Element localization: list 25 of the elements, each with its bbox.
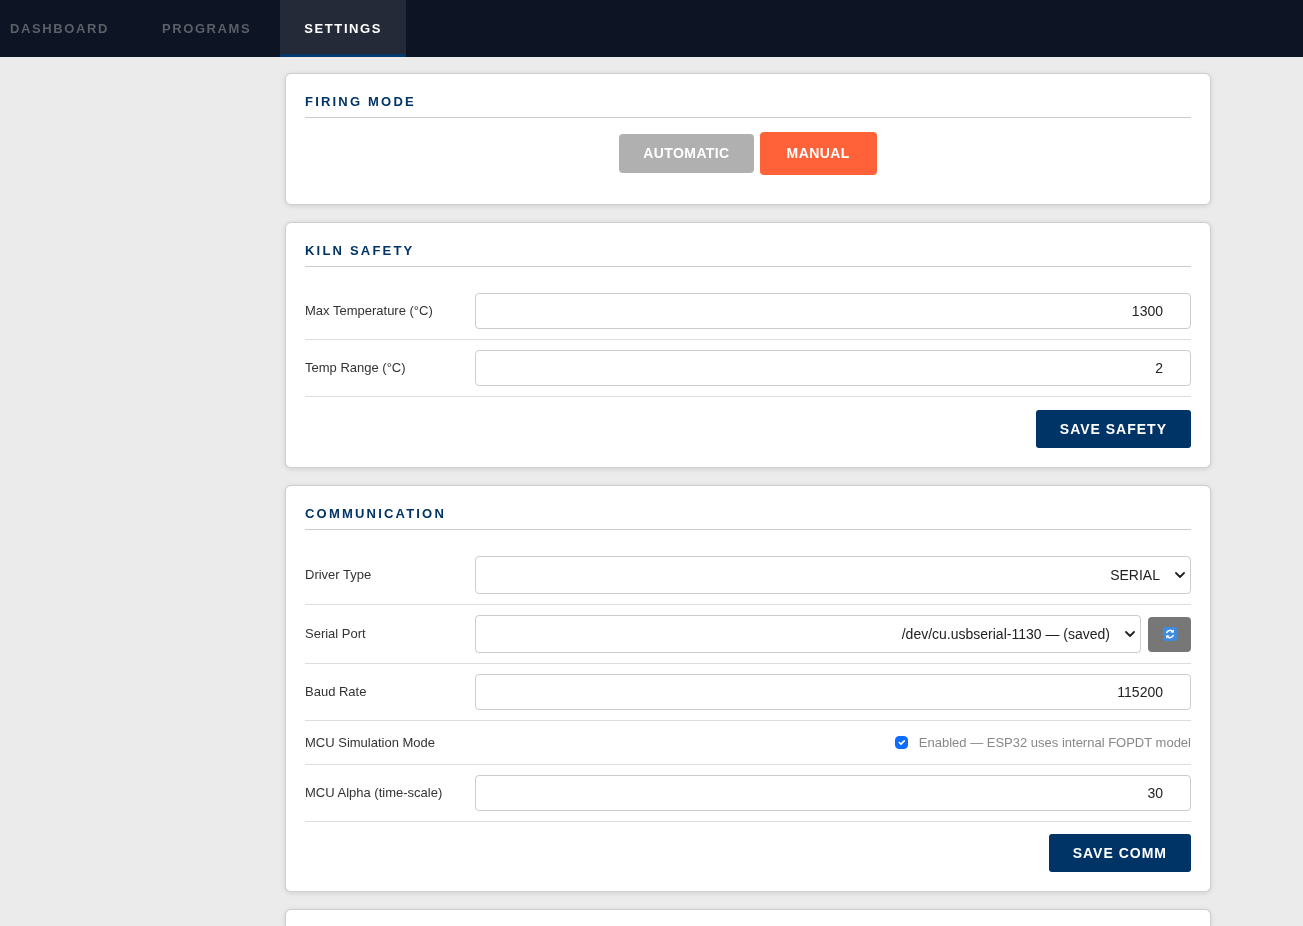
save-button[interactable]: SAVE SAFETY (1035, 410, 1191, 448)
input-field[interactable]: 30 (475, 775, 1191, 811)
section-title: FIRING MODE (305, 93, 1191, 118)
field-label: Baud Rate (305, 683, 368, 702)
chevron-down-icon (1125, 631, 1135, 637)
field-label: Max Temperature (°C) (305, 302, 434, 321)
chevron-down-icon (1175, 572, 1185, 578)
section-title: KILN SAFETY (305, 242, 1191, 267)
dropdown-field[interactable]: SERIAL (475, 556, 1191, 594)
nav-tab[interactable]: SETTINGS (280, 0, 407, 57)
input-field[interactable]: 115200 (475, 674, 1191, 710)
input-field[interactable]: 2 (475, 350, 1191, 386)
section-title: COMMUNICATION (305, 505, 1191, 530)
input-field[interactable]: 1300 (475, 293, 1191, 329)
dropdown-field[interactable]: /dev/cu.usbserial-1130 — (saved) (475, 615, 1141, 653)
field-label: Temp Range (°C) (305, 359, 407, 378)
field-label: MCU Simulation Mode (305, 733, 437, 752)
checkbox[interactable] (894, 736, 908, 749)
refresh-button[interactable] (1148, 616, 1191, 652)
field-label: Serial Port (305, 625, 367, 644)
save-button[interactable]: SAVE COMM (1048, 834, 1191, 872)
field-label: MCU Alpha (time-scale) (305, 784, 444, 803)
refresh-icon (1162, 627, 1177, 641)
checkbox-label: Enabled — ESP32 uses internal FOPDT model (918, 733, 1191, 752)
field-label: Driver Type (305, 566, 373, 585)
